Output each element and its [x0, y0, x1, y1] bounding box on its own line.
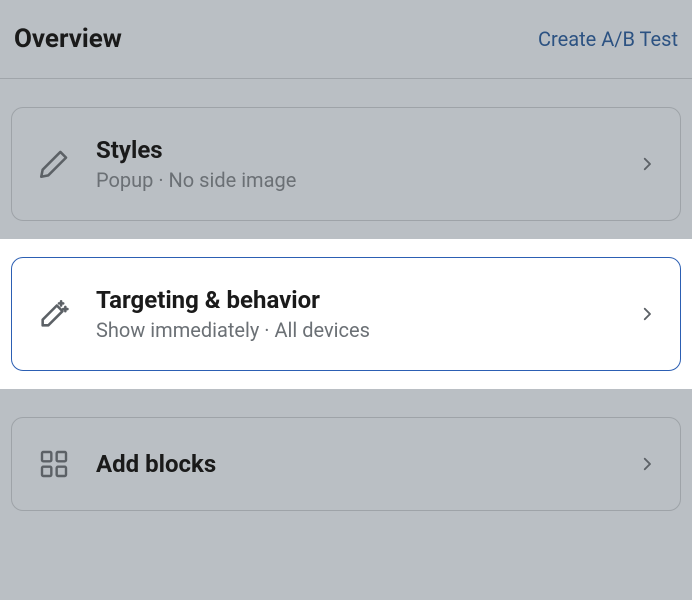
- create-ab-test-link[interactable]: Create A/B Test: [538, 27, 678, 51]
- magic-wand-icon: [36, 296, 72, 332]
- targeting-card[interactable]: Targeting & behavior Show immediately · …: [11, 257, 681, 371]
- targeting-subtitle: Show immediately · All devices: [96, 318, 638, 342]
- styles-subtitle: Popup · No side image: [96, 168, 638, 192]
- add-blocks-card-body: Add blocks: [96, 450, 638, 478]
- header: Overview Create A/B Test: [0, 0, 692, 79]
- targeting-title: Targeting & behavior: [96, 286, 638, 314]
- targeting-card-body: Targeting & behavior Show immediately · …: [96, 286, 638, 342]
- styles-card-body: Styles Popup · No side image: [96, 136, 638, 192]
- chevron-right-icon: [638, 300, 656, 328]
- page-title: Overview: [14, 24, 122, 54]
- blocks-icon: [36, 446, 72, 482]
- content: Styles Popup · No side image Targeting &…: [0, 79, 692, 511]
- pencil-icon: [36, 146, 72, 182]
- chevron-right-icon: [638, 450, 656, 478]
- add-blocks-title: Add blocks: [96, 450, 638, 478]
- chevron-right-icon: [638, 150, 656, 178]
- add-blocks-card[interactable]: Add blocks: [11, 417, 681, 511]
- targeting-card-wrapper: Targeting & behavior Show immediately · …: [0, 239, 692, 389]
- styles-card[interactable]: Styles Popup · No side image: [11, 107, 681, 221]
- styles-title: Styles: [96, 136, 638, 164]
